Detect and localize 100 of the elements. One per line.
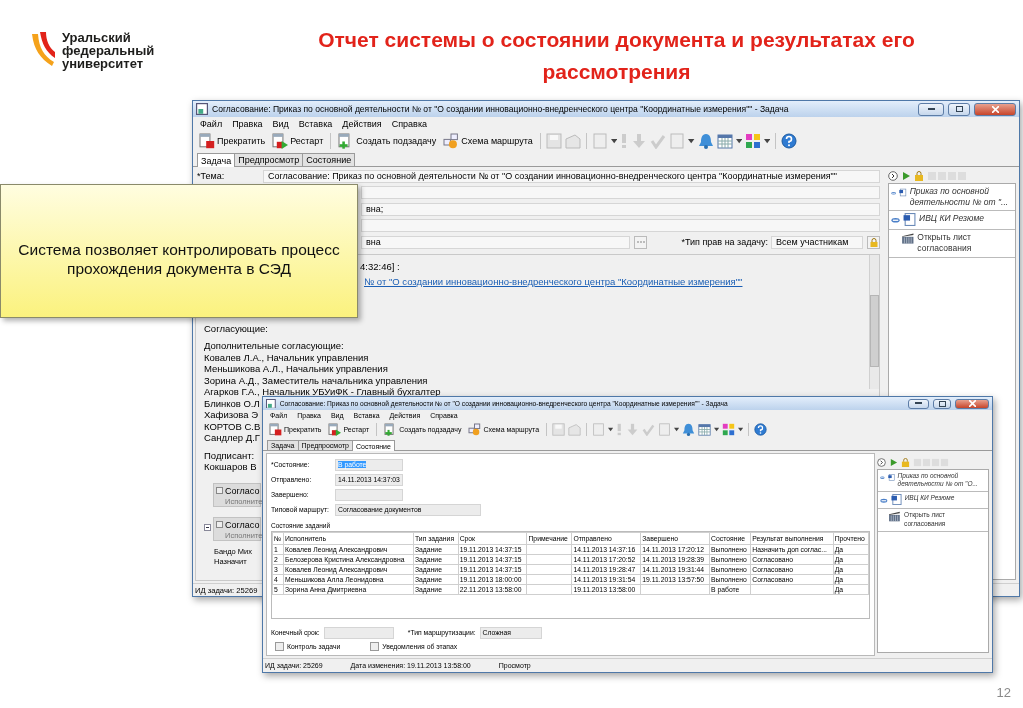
table-cell xyxy=(527,584,572,595)
lock-button[interactable] xyxy=(867,235,880,249)
bell-icon[interactable] xyxy=(697,133,714,150)
body-text: Ковалев Л.А., Начальник управления xyxy=(204,351,369,364)
table-cell xyxy=(527,544,572,555)
link-icon xyxy=(891,189,897,197)
arrow-circle-icon[interactable] xyxy=(888,171,898,182)
checkmark-icon[interactable] xyxy=(641,423,655,437)
document-play-icon xyxy=(328,423,342,437)
maximize-icon xyxy=(955,106,963,112)
word-document-icon xyxy=(903,213,917,227)
close-button[interactable] xyxy=(955,398,989,409)
body-text: Блинков О.Л xyxy=(204,397,260,410)
caret-icon[interactable] xyxy=(738,427,744,433)
caret-icon[interactable] xyxy=(673,427,679,433)
toolbar-button[interactable]: Создать подзадачу xyxy=(336,132,439,151)
lock-icon[interactable] xyxy=(914,171,924,182)
word-document-icon xyxy=(890,494,902,506)
body-text: Согласующие: xyxy=(204,322,268,335)
calendar-icon[interactable] xyxy=(716,133,733,150)
window-icon xyxy=(266,398,276,409)
body-text: Зорина А.Д., Заместитель начальника управления xyxy=(204,374,428,387)
body-text: Сандлер Д.Г xyxy=(204,432,260,444)
slide-title: Отчет системы о состоянии документа и результатах его рассмотрения xyxy=(317,27,916,85)
window-title: Согласование: Приказ по основной деятельности № от "О создании инновационно-внедренческого центра "Координатные измерения"" - Задача xyxy=(212,104,790,114)
tab[interactable]: Задача xyxy=(197,153,236,168)
menu-item[interactable]: Справка xyxy=(388,118,431,129)
tab[interactable]: Состояние xyxy=(302,153,356,167)
clapperboard-icon xyxy=(888,511,902,523)
stage-icon xyxy=(216,487,223,495)
text-field[interactable] xyxy=(361,219,880,233)
tab[interactable]: Предпросмотр xyxy=(234,153,304,167)
checkbox[interactable] xyxy=(275,641,284,651)
bell-icon[interactable] xyxy=(681,423,695,437)
menu-item[interactable]: Вставка xyxy=(295,118,336,129)
caret-icon[interactable] xyxy=(763,137,771,145)
document-stop-icon xyxy=(269,423,282,437)
collapse-icon[interactable] xyxy=(204,523,211,531)
checkmark-icon[interactable] xyxy=(650,133,667,150)
ellipsis-icon xyxy=(636,241,645,244)
table-cell xyxy=(527,554,572,565)
link-icon xyxy=(880,497,888,504)
close-icon xyxy=(991,105,999,113)
close-button[interactable] xyxy=(974,102,1016,116)
word-document-icon xyxy=(887,472,895,484)
finished-field[interactable] xyxy=(335,488,403,501)
help-icon[interactable] xyxy=(754,423,768,437)
body-text: Кокшаров В xyxy=(204,461,257,473)
checkbox[interactable] xyxy=(370,641,380,651)
field-label: *Тема: xyxy=(197,171,226,182)
toolbar-button[interactable]: Схема маршрута xyxy=(441,132,535,151)
lock-icon[interactable] xyxy=(901,457,910,467)
deadline-field[interactable] xyxy=(323,626,394,639)
attachment-item[interactable]: Приказ по основной деятельности № от "... xyxy=(889,184,1015,212)
attachment-item[interactable]: ИВЦ КИ Резюме xyxy=(889,211,1015,231)
browse-button[interactable] xyxy=(634,235,648,249)
scrollbar[interactable] xyxy=(869,254,879,389)
minimize-icon xyxy=(927,107,935,111)
table-cell xyxy=(527,564,572,575)
menu-item[interactable]: Действия xyxy=(339,118,385,129)
text-field[interactable]: вна; xyxy=(361,202,880,216)
subject-field[interactable]: Согласование: Приказ по основной деятельности № от "О создании инновационно-внедренческого центра "Координатные измерения"" xyxy=(263,169,880,183)
maximize-button[interactable] xyxy=(933,398,952,409)
text-field[interactable] xyxy=(361,186,880,200)
caret-icon[interactable] xyxy=(735,137,742,145)
body-text: Дополнительные согласующие: xyxy=(204,340,344,352)
text-field[interactable]: вна xyxy=(361,235,631,249)
body-text: Агарков Г.А., Начальник УБУиФК - Главный бухгалтер xyxy=(204,386,441,398)
play-icon[interactable] xyxy=(889,457,898,467)
clapperboard-icon xyxy=(900,232,915,246)
minimize-icon xyxy=(915,402,923,405)
attachment-item[interactable]: Открыть лист согласования xyxy=(889,230,1015,258)
caret-icon[interactable] xyxy=(688,137,695,145)
body-text: Меньшикова А.Л., Начальник управления xyxy=(204,363,388,375)
link-icon xyxy=(891,217,901,224)
link-icon xyxy=(880,475,885,481)
rights-field[interactable]: Всем участникам xyxy=(771,235,863,249)
close-icon xyxy=(968,400,976,407)
document-link[interactable]: № от "О создании инновационно-внедренческого центра "Координатные измерения"" xyxy=(364,276,743,288)
maximize-button[interactable] xyxy=(948,102,971,116)
minimize-button[interactable] xyxy=(908,398,929,409)
menu-item[interactable]: Вид xyxy=(269,118,292,129)
caret-icon[interactable] xyxy=(610,137,618,145)
toolbar-button[interactable]: Прекратить xyxy=(197,132,268,151)
body-text: Хафизова Э xyxy=(204,409,258,421)
lock-icon xyxy=(869,237,878,247)
document-play-icon xyxy=(272,133,289,150)
menu-item[interactable]: Правка xyxy=(229,118,266,129)
menu-item[interactable]: Файл xyxy=(197,118,226,129)
toolbar-button[interactable]: Рестарт xyxy=(270,132,326,151)
route-scheme-icon xyxy=(468,423,482,437)
calendar-icon[interactable] xyxy=(697,423,711,437)
help-icon[interactable] xyxy=(781,133,798,150)
field-label: *Тип прав на задачу: xyxy=(681,237,768,248)
color-squares-icon[interactable] xyxy=(722,423,736,437)
table-cell xyxy=(527,574,572,585)
caret-icon[interactable] xyxy=(608,427,614,433)
color-squares-icon[interactable] xyxy=(744,133,761,150)
minimize-button[interactable] xyxy=(918,102,944,116)
caret-icon[interactable] xyxy=(713,427,720,433)
